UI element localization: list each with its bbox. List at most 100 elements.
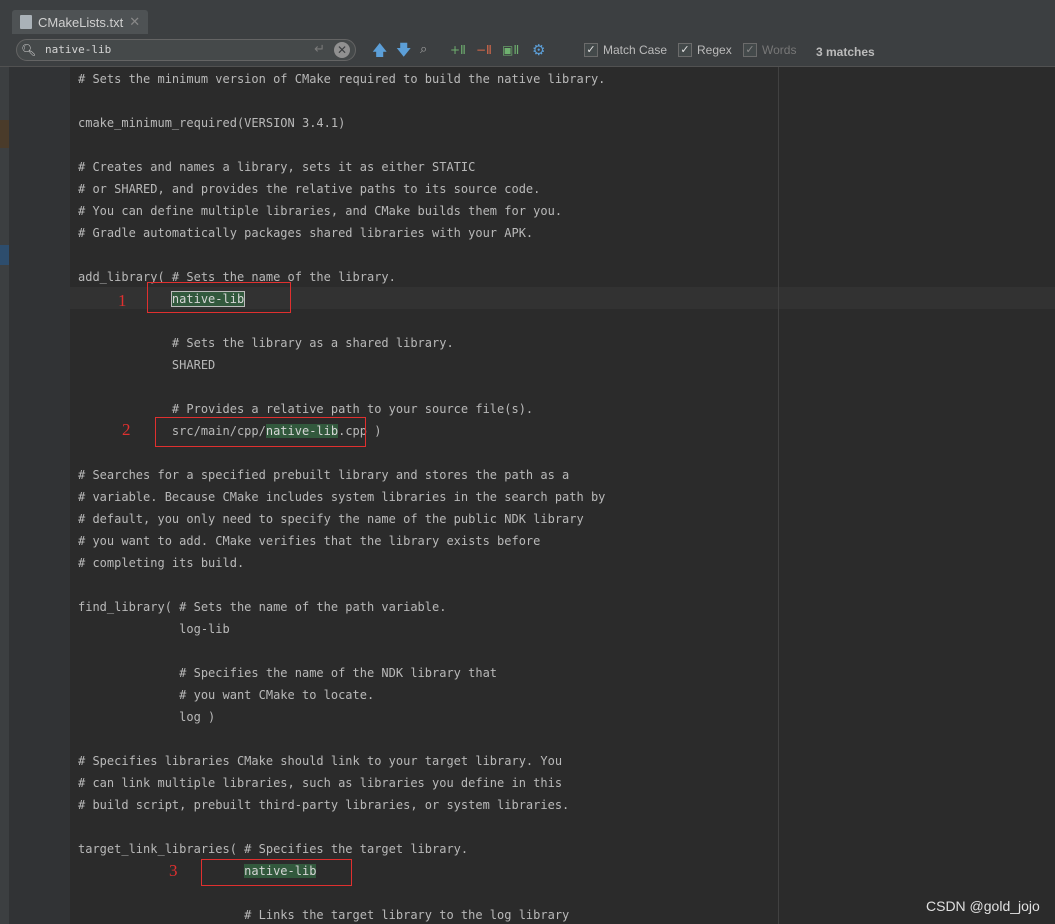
code-text[interactable]: # default, you only need to specify the … [78,508,584,530]
code-line[interactable]: 27 [70,574,1055,596]
code-line[interactable]: 34 [70,728,1055,750]
code-text[interactable]: # or SHARED, and provides the relative p… [78,178,540,200]
code-line[interactable]: 6cmake_minimum_required(VERSION 3.4.1) [70,112,1055,134]
code-line[interactable]: 7 [70,134,1055,156]
next-occurrence-icon[interactable]: 🡇 [396,42,411,58]
add-occurrence-icon[interactable]: +Ⅱ [450,42,466,58]
annotation-box-2 [155,417,366,447]
code-text[interactable]: find_library( # Sets the name of the pat… [78,596,446,618]
find-bar: 🔍︎ ↵ ✕ 🡅 🡇 ⌕ +Ⅱ −Ⅱ ▣Ⅱ ⚙ ✓ Match Case ✓ R… [0,36,1055,67]
code-line[interactable]: 37# build script, prebuilt third-party l… [70,794,1055,816]
code-text[interactable]: # you want CMake to locate. [78,684,374,706]
code-text[interactable]: # Sets the library as a shared library. [78,332,454,354]
left-tool-strip [0,67,9,924]
code-text[interactable]: # Gradle automatically packages shared l… [78,222,533,244]
remove-occurrence-icon[interactable]: −Ⅱ [476,42,492,58]
gear-icon[interactable]: ⚙ [532,42,545,58]
code-segment: cmake_minimum_required(VERSION 3.4.1) [78,116,346,130]
code-line[interactable]: 18 [70,376,1055,398]
code-segment: # Gradle automatically packages shared l… [78,226,534,240]
code-text[interactable]: log ) [78,706,215,728]
clear-search-icon[interactable]: ✕ [334,42,350,58]
code-text[interactable]: log-lib [78,618,230,640]
select-all-occurrences-icon[interactable]: ▣Ⅱ [502,42,519,58]
code-segment: # Specifies libraries CMake should link … [78,754,563,768]
search-box[interactable]: 🔍︎ ↵ ✕ [16,39,356,61]
code-line[interactable]: 8# Creates and names a library, sets it … [70,156,1055,178]
code-text[interactable]: SHARED [78,354,215,376]
code-line[interactable]: 29 log-lib [70,618,1055,640]
code-segment: log ) [78,710,216,724]
code-segment: # you want to add. CMake verifies that t… [78,534,541,548]
code-segment: # variable. Because CMake includes syste… [78,490,606,504]
code-text[interactable]: target_link_libraries( # Specifies the t… [78,838,468,860]
code-text[interactable]: # you want to add. CMake verifies that t… [78,530,540,552]
line-number-gutter [9,67,71,924]
code-line[interactable]: 30 [70,640,1055,662]
code-line[interactable]: 39target_link_libraries( # Specifies the… [70,838,1055,860]
code-segment: SHARED [78,358,216,372]
code-line[interactable]: 28find_library( # Sets the name of the p… [70,596,1055,618]
code-line[interactable]: 9# or SHARED, and provides the relative … [70,178,1055,200]
regex-option[interactable]: ✓ Regex [678,43,732,57]
code-line[interactable]: 22# Searches for a specified prebuilt li… [70,464,1055,486]
code-line[interactable]: 33 log ) [70,706,1055,728]
code-segment: # Sets the library as a shared library. [78,336,454,350]
code-segment: # Links the target library to the log li… [78,908,570,922]
tab-cmakelists[interactable]: CMakeLists.txt ✕ [12,10,149,34]
annotation-label-3: 3 [169,861,178,880]
find-all-icon[interactable]: ⌕ [420,42,427,58]
code-text[interactable]: cmake_minimum_required(VERSION 3.4.1) [78,112,345,134]
code-line[interactable]: 23# variable. Because CMake includes sys… [70,486,1055,508]
code-line[interactable]: 24# default, you only need to specify th… [70,508,1055,530]
code-text[interactable]: # Sets the minimum version of CMake requ… [78,68,605,90]
code-text[interactable]: # completing its build. [78,552,244,574]
code-line[interactable]: 10# You can define multiple libraries, a… [70,200,1055,222]
code-line[interactable]: 15 [70,310,1055,332]
code-text[interactable]: # build script, prebuilt third-party lib… [78,794,569,816]
words-checkbox: ✓ [743,43,757,57]
code-text[interactable]: # Specifies libraries CMake should link … [78,750,562,772]
annotation-label-1: 1 [118,291,127,310]
previous-occurrence-icon[interactable]: 🡅 [372,42,387,58]
code-line[interactable]: 4# Sets the minimum version of CMake req… [70,68,1055,90]
match-count: 3 matches [816,45,875,59]
regex-checkbox[interactable]: ✓ [678,43,692,57]
code-line[interactable]: 11# Gradle automatically packages shared… [70,222,1055,244]
code-text[interactable]: # Creates and names a library, sets it a… [78,156,475,178]
code-text[interactable]: # Searches for a specified prebuilt libr… [78,464,569,486]
search-input[interactable] [45,43,305,56]
annotation-label-2: 2 [122,420,131,439]
code-editor[interactable]: 4# Sets the minimum version of CMake req… [70,67,1055,924]
code-line[interactable]: 32 # you want CMake to locate. [70,684,1055,706]
code-text[interactable]: # variable. Because CMake includes syste… [78,486,605,508]
code-segment: # You can define multiple libraries, and… [78,204,563,218]
code-segment: log-lib [78,622,230,636]
code-text[interactable]: # Specifies the name of the NDK library … [78,662,497,684]
code-text[interactable]: # Links the target library to the log li… [78,904,569,924]
code-line[interactable]: 16 # Sets the library as a shared librar… [70,332,1055,354]
match-case-checkbox[interactable]: ✓ [584,43,598,57]
code-segment: # can link multiple libraries, such as l… [78,776,563,790]
code-line[interactable]: 36# can link multiple libraries, such as… [70,772,1055,794]
code-text[interactable]: # You can define multiple libraries, and… [78,200,562,222]
code-line[interactable]: 38 [70,816,1055,838]
code-line[interactable]: 35# Specifies libraries CMake should lin… [70,750,1055,772]
code-segment: # completing its build. [78,556,245,570]
match-case-option[interactable]: ✓ Match Case [584,43,667,57]
code-line[interactable]: 31 # Specifies the name of the NDK libra… [70,662,1055,684]
search-icon[interactable]: 🔍︎ [21,43,36,57]
close-icon[interactable]: ✕ [129,14,140,30]
code-line[interactable]: 12 [70,244,1055,266]
code-line[interactable]: 25# you want to add. CMake verifies that… [70,530,1055,552]
code-line[interactable]: 26# completing its build. [70,552,1055,574]
code-text[interactable]: # can link multiple libraries, such as l… [78,772,562,794]
code-segment: # you want CMake to locate. [78,688,375,702]
code-line[interactable]: 5 [70,90,1055,112]
code-line[interactable]: 42 # Links the target library to the log… [70,904,1055,924]
code-segment: # Specifies the name of the NDK library … [78,666,498,680]
code-segment: find_library( # Sets the name of the pat… [78,600,447,614]
tool-strip-marker [0,245,9,265]
code-line[interactable]: 17 SHARED [70,354,1055,376]
editor-tab-bar: CMakeLists.txt ✕ [0,0,1055,37]
